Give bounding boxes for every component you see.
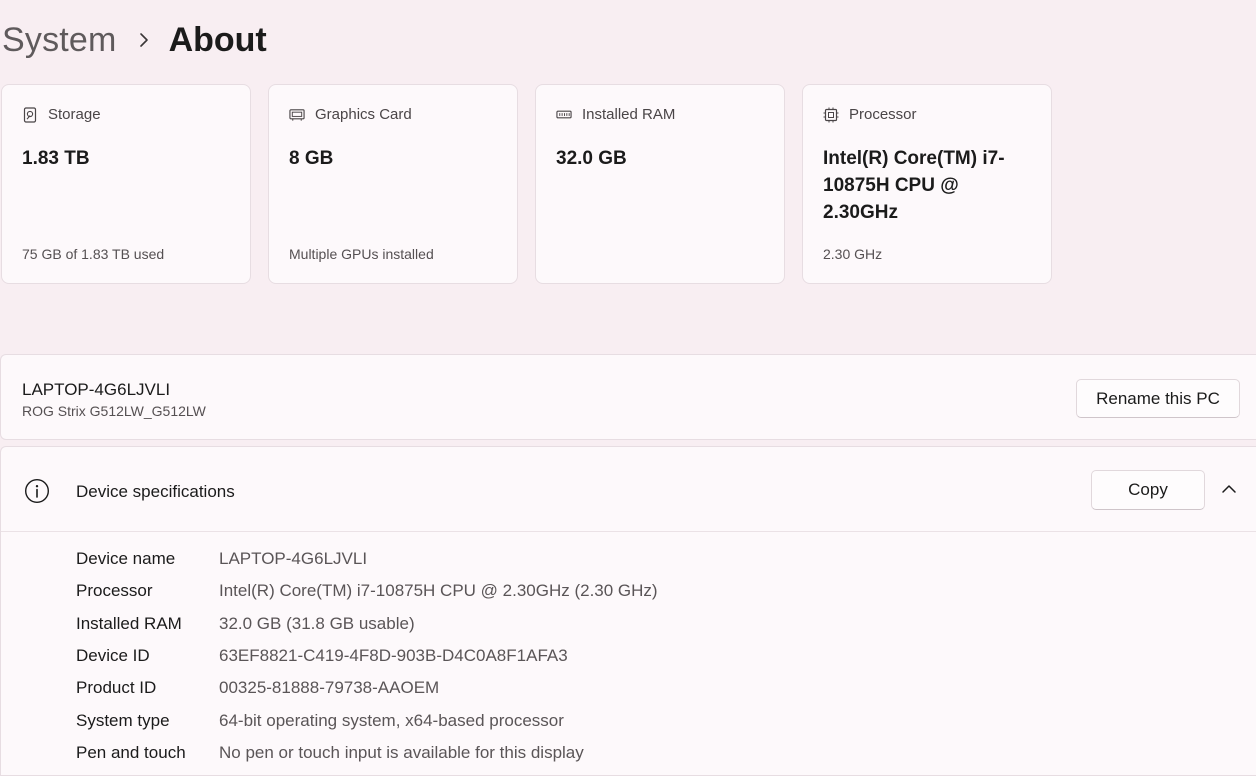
spec-value: 64-bit operating system, x64-based proce… (219, 710, 564, 730)
card-value: 8 GB (289, 148, 334, 169)
card-title: Installed RAM (582, 106, 676, 123)
spec-row-installed-ram: Installed RAM 32.0 GB (31.8 GB usable) (76, 608, 658, 640)
spec-label: Installed RAM (76, 613, 182, 633)
pc-model: ROG Strix G512LW_G512LW (22, 403, 206, 419)
device-specifications-panel: Device specifications Copy Device name L… (0, 446, 1256, 776)
pc-name: LAPTOP-4G6LJVLI (22, 380, 171, 399)
spec-row-product-id: Product ID 00325-81888-79738-AAOEM (76, 672, 658, 704)
processor-icon (823, 107, 839, 123)
rename-pc-button[interactable]: Rename this PC (1076, 379, 1240, 418)
device-specifications-header[interactable]: Device specifications Copy (1, 447, 1256, 532)
spec-value: 63EF8821-C419-4F8D-903B-D4C0A8F1AFA3 (219, 646, 568, 666)
spec-value: Intel(R) Core(TM) i7-10875H CPU @ 2.30GH… (219, 581, 658, 601)
spec-value: 32.0 GB (31.8 GB usable) (219, 613, 415, 633)
spec-row-pen-and-touch: Pen and touch No pen or touch input is a… (76, 737, 658, 769)
card-title: Graphics Card (315, 106, 412, 123)
spec-label: Processor (76, 581, 153, 601)
device-specifications-title: Device specifications (76, 482, 235, 501)
spec-label: System type (76, 710, 170, 730)
pc-name-bar: LAPTOP-4G6LJVLI ROG Strix G512LW_G512LW … (0, 354, 1256, 440)
collapse-button[interactable] (1215, 477, 1243, 503)
card-footer: 75 GB of 1.83 TB used (22, 246, 165, 262)
spec-value: LAPTOP-4G6LJVLI (219, 549, 368, 569)
storage-icon (22, 106, 38, 123)
installed-ram-card[interactable]: Installed RAM 32.0 GB (535, 84, 785, 284)
spec-row-system-type: System type 64-bit operating system, x64… (76, 704, 658, 736)
card-footer: Multiple GPUs installed (289, 246, 434, 262)
spec-label: Device ID (76, 646, 150, 666)
card-title: Processor (849, 106, 917, 123)
info-icon (24, 478, 50, 504)
chevron-up-icon (1221, 481, 1237, 499)
storage-card[interactable]: Storage 1.83 TB 75 GB of 1.83 TB used (1, 84, 251, 284)
graphics-card-icon (289, 107, 305, 123)
spec-row-processor: Processor Intel(R) Core(TM) i7-10875H CP… (76, 575, 658, 607)
spec-label: Device name (76, 549, 176, 569)
spec-row-device-name: Device name LAPTOP-4G6LJVLI (76, 543, 658, 575)
copy-button[interactable]: Copy (1091, 470, 1205, 510)
spec-value: 00325-81888-79738-AAOEM (219, 678, 440, 698)
card-title: Storage (48, 106, 101, 123)
ram-icon (556, 107, 572, 123)
spec-row-device-id: Device ID 63EF8821-C419-4F8D-903B-D4C0A8… (76, 640, 658, 672)
spec-label: Product ID (76, 678, 157, 698)
spec-list: Device name LAPTOP-4G6LJVLI Processor In… (76, 543, 658, 769)
breadcrumb-system-link[interactable]: System (2, 21, 117, 60)
chevron-right-icon (139, 32, 149, 48)
card-value: 32.0 GB (556, 148, 627, 169)
processor-card[interactable]: Processor Intel(R) Core(TM) i7-10875H CP… (802, 84, 1052, 284)
graphics-card-card[interactable]: Graphics Card 8 GB Multiple GPUs install… (268, 84, 518, 284)
breadcrumb: System About (2, 14, 267, 66)
spec-value: No pen or touch input is available for t… (219, 742, 584, 762)
spec-label: Pen and touch (76, 742, 186, 762)
card-value: 1.83 TB (22, 148, 90, 169)
page-title: About (168, 20, 267, 59)
card-value: Intel(R) Core(TM) i7-10875H CPU @ 2.30GH… (823, 148, 1005, 223)
card-footer: 2.30 GHz (823, 246, 883, 262)
